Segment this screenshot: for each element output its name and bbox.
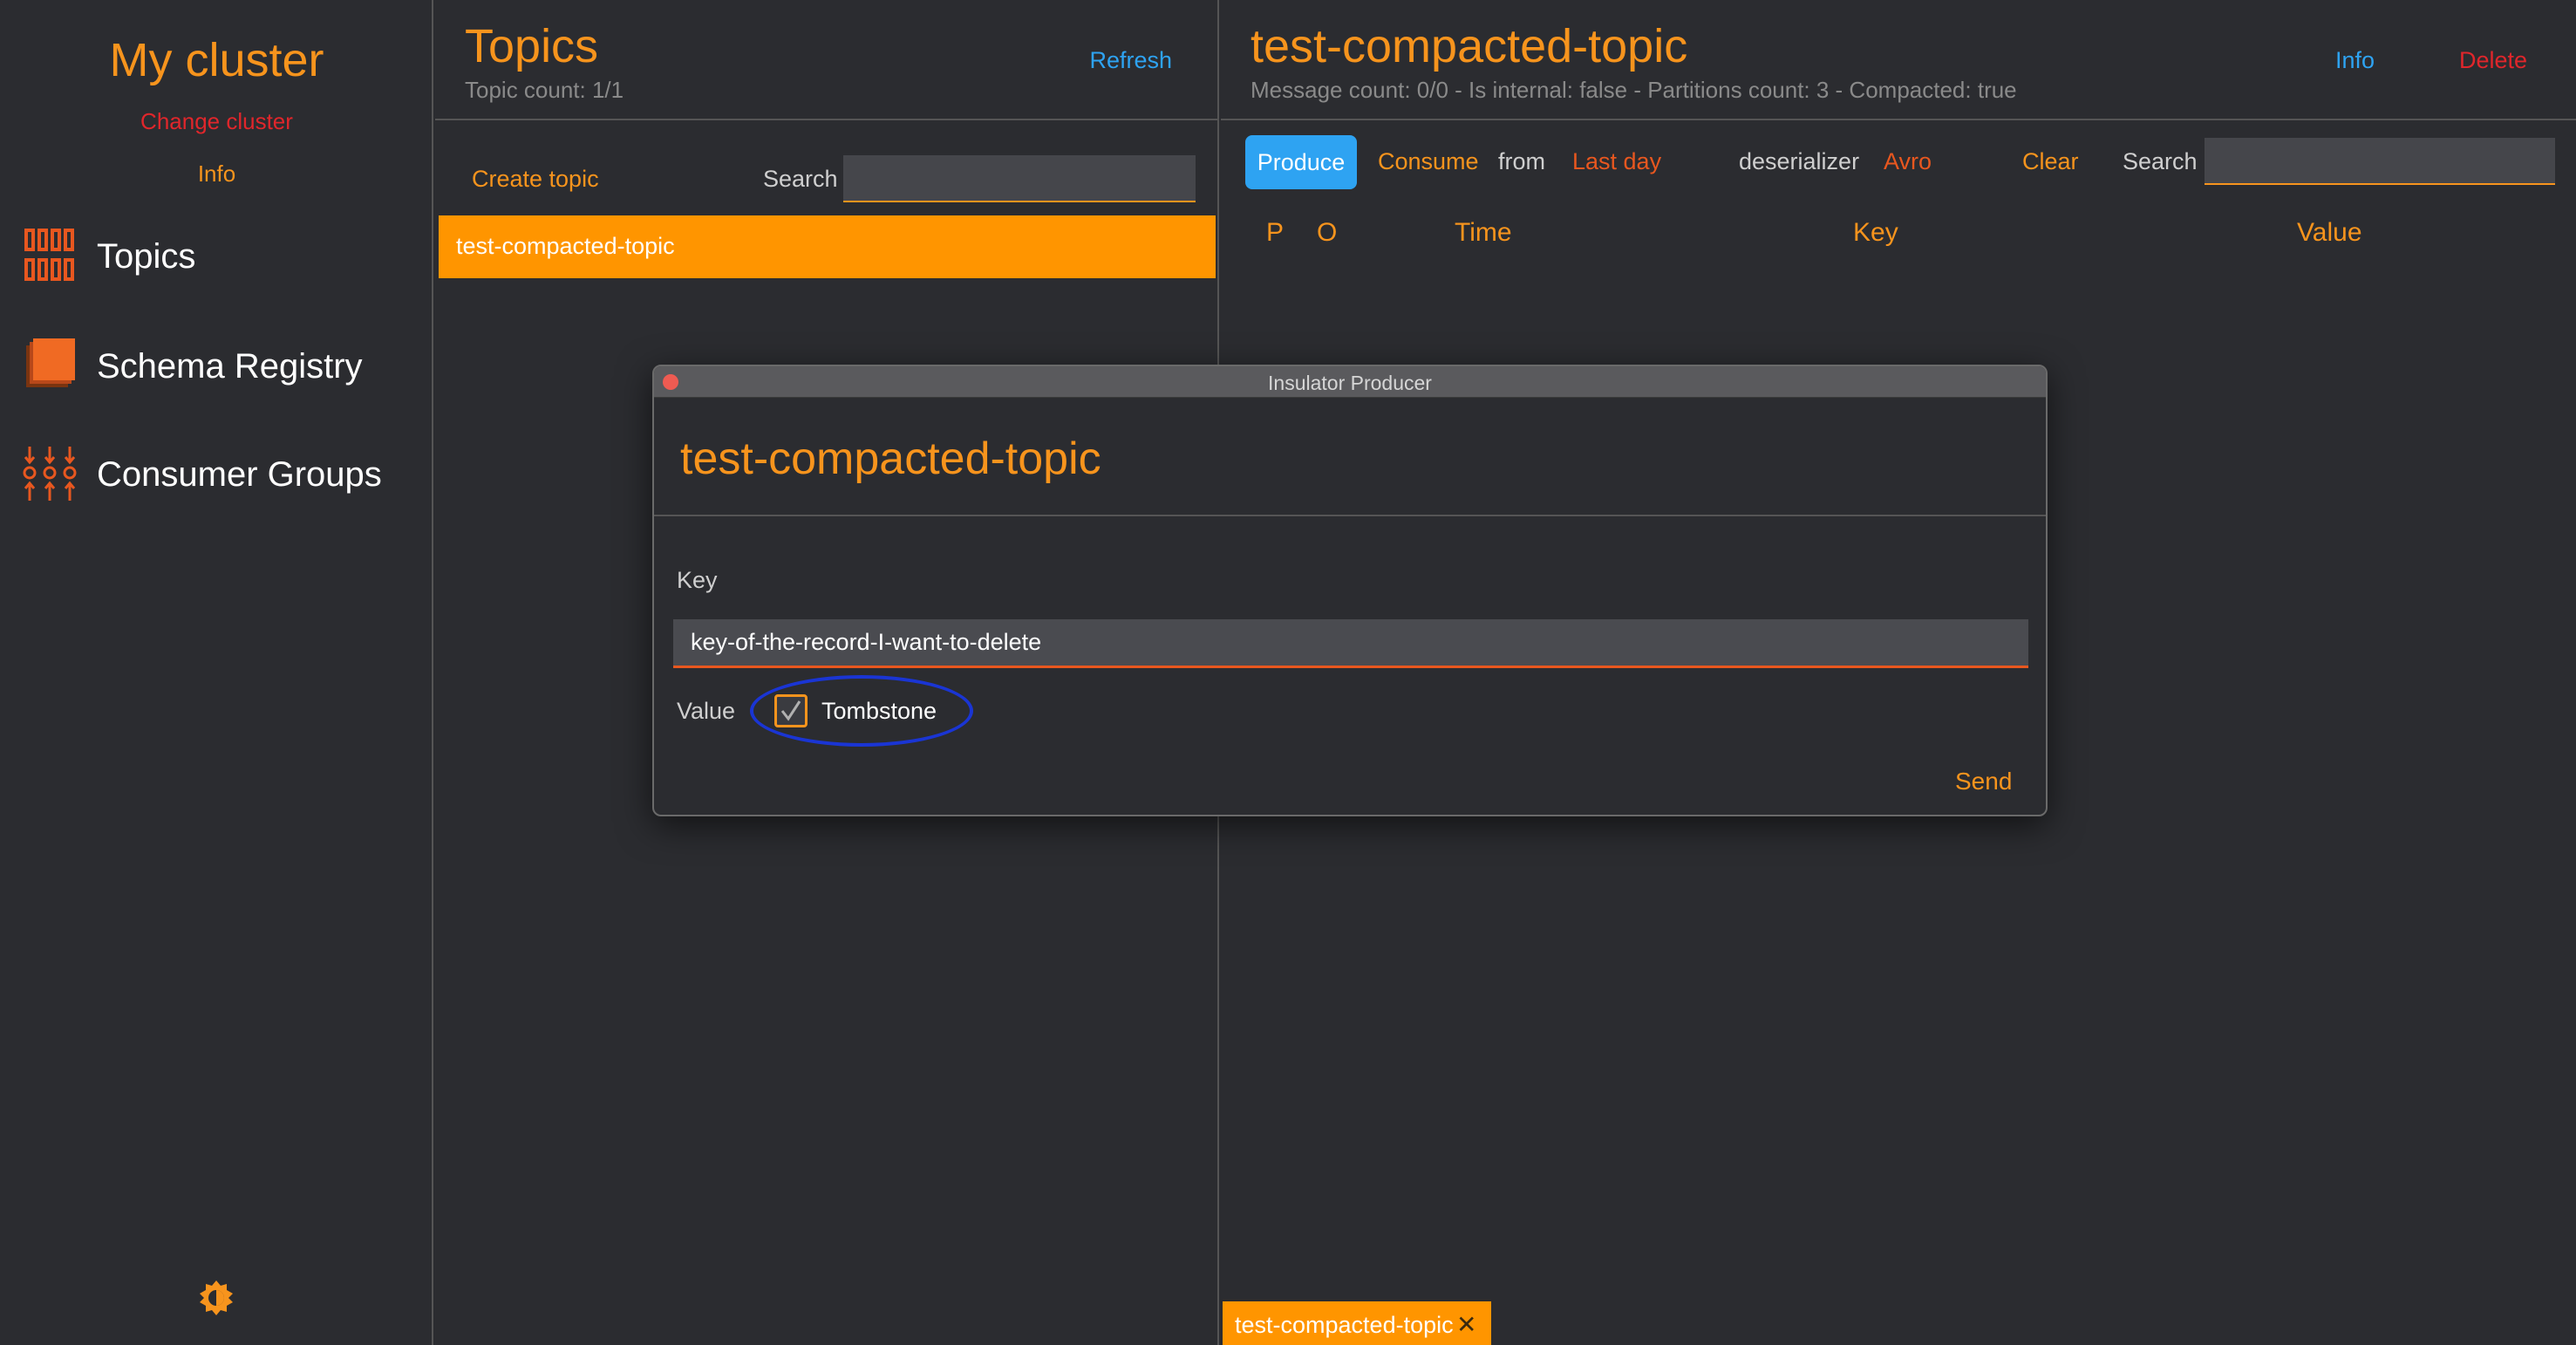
key-input[interactable] bbox=[673, 619, 2028, 668]
dialog-divider bbox=[654, 515, 2046, 516]
topic-info-link[interactable]: Info bbox=[2335, 47, 2375, 74]
column-header-partition[interactable]: P bbox=[1266, 218, 1284, 248]
window-title: Insulator Producer bbox=[1268, 372, 1432, 394]
topic-count: Topic count: 1/1 bbox=[465, 77, 624, 103]
column-header-time[interactable]: Time bbox=[1455, 218, 1512, 248]
produce-button[interactable]: Produce bbox=[1245, 135, 1357, 189]
dialog-topic-title: test-compacted-topic bbox=[680, 434, 1101, 484]
message-search-label: Search bbox=[2123, 148, 2198, 174]
tombstone-label: Tombstone bbox=[821, 698, 937, 724]
topics-header-divider bbox=[435, 119, 1217, 120]
sidebar: My cluster Change cluster Info Topics Sc… bbox=[0, 0, 433, 1345]
delete-topic-button[interactable]: Delete bbox=[2459, 47, 2527, 74]
nav-item-topics[interactable]: Topics bbox=[23, 225, 424, 286]
consumer-groups-icon bbox=[23, 447, 77, 501]
send-button[interactable]: Send bbox=[1955, 768, 2012, 795]
topics-icon bbox=[24, 229, 74, 281]
deserializer-label: deserializer bbox=[1739, 148, 1860, 174]
from-label: from bbox=[1498, 148, 1545, 174]
close-icon[interactable]: ✕ bbox=[1456, 1310, 1476, 1339]
nav-item-schema-registry[interactable]: Schema Registry bbox=[23, 335, 424, 396]
change-cluster-link[interactable]: Change cluster bbox=[0, 108, 433, 135]
tab-label: test-compacted-topic bbox=[1235, 1312, 1454, 1338]
producer-dialog: Insulator Producer test-compacted-topic … bbox=[652, 365, 2048, 816]
topic-search-input[interactable] bbox=[843, 155, 1196, 202]
topic-list-item-label: test-compacted-topic bbox=[456, 233, 675, 259]
nav-label-topics: Topics bbox=[97, 237, 196, 276]
cluster-info-link[interactable]: Info bbox=[0, 160, 433, 188]
checkmark-icon bbox=[780, 700, 801, 721]
deserializer-select[interactable]: Avro bbox=[1884, 148, 1932, 175]
column-header-offset[interactable]: O bbox=[1317, 218, 1337, 248]
schema-registry-icon bbox=[26, 338, 75, 387]
key-label: Key bbox=[677, 567, 718, 593]
topics-title: Topics bbox=[465, 20, 599, 72]
brightness-icon[interactable] bbox=[197, 1279, 235, 1317]
cluster-name: My cluster bbox=[109, 34, 324, 86]
tab-test-compacted-topic[interactable]: test-compacted-topic ✕ bbox=[1223, 1301, 1491, 1345]
topic-detail-title: test-compacted-topic bbox=[1251, 20, 1688, 72]
nav-label-schema-registry: Schema Registry bbox=[97, 347, 363, 386]
clear-button[interactable]: Clear bbox=[2022, 148, 2079, 175]
refresh-button[interactable]: Refresh bbox=[1089, 47, 1172, 74]
column-header-key[interactable]: Key bbox=[1853, 218, 1898, 248]
topic-search-label: Search bbox=[763, 166, 838, 192]
from-select[interactable]: Last day bbox=[1572, 148, 1661, 175]
dialog-titlebar: Insulator Producer bbox=[654, 366, 2046, 398]
topic-list-item[interactable]: test-compacted-topic bbox=[439, 215, 1216, 278]
topic-detail-divider bbox=[1221, 119, 2576, 120]
value-label: Value bbox=[677, 698, 736, 724]
column-header-value[interactable]: Value bbox=[2297, 218, 2362, 248]
message-search-input[interactable] bbox=[2205, 138, 2555, 185]
tombstone-checkbox[interactable] bbox=[774, 694, 808, 727]
create-topic-button[interactable]: Create topic bbox=[472, 166, 599, 193]
consume-button[interactable]: Consume bbox=[1378, 148, 1479, 175]
nav-label-consumer-groups: Consumer Groups bbox=[97, 455, 382, 494]
topic-meta: Message count: 0/0 - Is internal: false … bbox=[1251, 77, 2017, 103]
nav-item-consumer-groups[interactable]: Consumer Groups bbox=[23, 443, 424, 504]
